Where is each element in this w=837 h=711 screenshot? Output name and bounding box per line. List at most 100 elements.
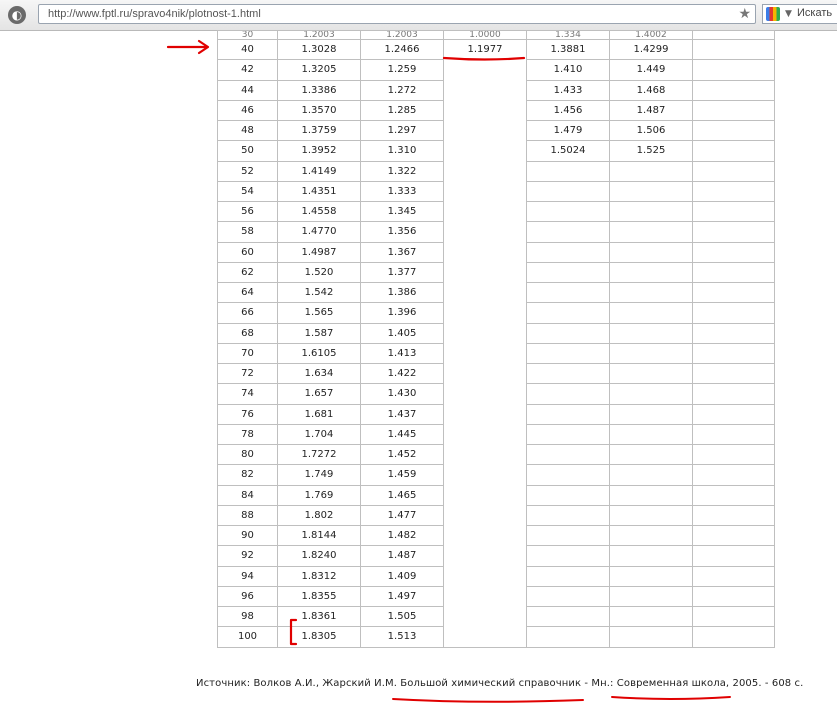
- browser-toolbar: ◐ http://www.fptl.ru/spravo4nik/plotnost…: [0, 0, 837, 31]
- table-cell: [609, 221, 693, 243]
- table-cell: 1.542: [277, 281, 361, 304]
- table-cell: [609, 585, 693, 608]
- table-cell: [609, 403, 693, 425]
- table-row: 62 1.520 1.377: [217, 261, 775, 284]
- table-row: 46 1.3570 1.285 1.456 1.487: [217, 99, 775, 122]
- table-cell: 90: [217, 524, 278, 547]
- table-cell: [692, 281, 775, 304]
- table-cell: 1.520: [277, 261, 361, 284]
- table-cell: [692, 302, 775, 324]
- table-cell: 1.1977: [443, 38, 527, 60]
- table-row: 64 1.542 1.386: [217, 281, 775, 304]
- table-cell: 1.4002: [609, 30, 693, 40]
- density-table: 30 1.2003 1.2003 1.0000 1.334 1.4002 40 1.3028 1…: [217, 30, 775, 648]
- table-cell: [692, 99, 775, 122]
- table-cell: [609, 423, 693, 446]
- table-cell: 1.4558: [277, 200, 361, 223]
- table-cell: [526, 504, 610, 527]
- table-cell: 56: [217, 200, 278, 223]
- table-cell: 1.4987: [277, 241, 361, 263]
- chevron-down-icon[interactable]: ▼: [785, 6, 792, 22]
- table-cell: [609, 464, 693, 486]
- table-cell: 1.7272: [277, 443, 361, 466]
- table-cell: [692, 59, 775, 81]
- table-cell: 1.5024: [526, 140, 610, 162]
- table-cell: [692, 221, 775, 243]
- table-cell: [443, 606, 527, 627]
- url-text[interactable]: http://www.fptl.ru/spravo4nik/plotnost-1…: [48, 8, 261, 20]
- table-cell: [443, 140, 527, 161]
- table-cell: [443, 566, 527, 587]
- table-cell: 1.477: [360, 504, 444, 527]
- table-cell: [526, 626, 610, 648]
- google-search-icon[interactable]: [766, 7, 780, 21]
- table-cell: [443, 545, 527, 566]
- table-cell: 1.506: [609, 119, 693, 142]
- table-row: 92 1.8240 1.487: [217, 545, 775, 567]
- table-cell: 72: [217, 362, 278, 385]
- table-cell: 1.449: [609, 59, 693, 81]
- table-cell: 1.272: [360, 79, 444, 101]
- table-cell: [443, 363, 527, 384]
- table-row: 78 1.704 1.445: [217, 423, 775, 446]
- table-cell: 1.681: [277, 403, 361, 425]
- table-cell: [443, 444, 527, 465]
- table-cell: [692, 160, 775, 182]
- table-cell: 1.405: [360, 322, 444, 344]
- table-cell: 1.769: [277, 484, 361, 506]
- table-cell: 1.334: [526, 30, 610, 40]
- table-cell: [526, 464, 610, 486]
- table-cell: [443, 242, 527, 263]
- table-row: 50 1.3952 1.310 1.5024 1.525: [217, 140, 775, 162]
- table-cell: 1.8240: [277, 545, 361, 567]
- table-cell: 48: [217, 119, 278, 142]
- table-cell: 1.8361: [277, 605, 361, 628]
- table-cell: [526, 524, 610, 547]
- table-row: 80 1.7272 1.452: [217, 443, 775, 466]
- table-cell: [609, 180, 693, 203]
- table-cell: 1.445: [360, 423, 444, 446]
- table-cell: [526, 403, 610, 425]
- table-cell: 1.2003: [360, 30, 444, 40]
- table-cell: [526, 281, 610, 304]
- table-cell: [443, 100, 527, 121]
- table-cell: 1.377: [360, 261, 444, 284]
- table-row: 72 1.634 1.422: [217, 362, 775, 385]
- table-cell: [692, 38, 775, 61]
- table-cell: [526, 241, 610, 263]
- globe-icon[interactable]: ◐: [8, 6, 26, 24]
- table-cell: 1.4770: [277, 221, 361, 243]
- table-row: 40 1.3028 1.2466 1.1977 1.3881 1.4299: [217, 38, 775, 61]
- table-cell: 1.2003: [277, 30, 361, 40]
- search-placeholder[interactable]: Искать: [797, 7, 832, 19]
- table-cell: 70: [217, 342, 278, 365]
- table-row: 54 1.4351 1.333: [217, 180, 775, 203]
- table-cell: [443, 181, 527, 202]
- table-cell: 58: [217, 221, 278, 243]
- table-cell: 88: [217, 504, 278, 527]
- search-box[interactable]: ▼ Искать: [762, 4, 837, 24]
- table-row: 82 1.749 1.459: [217, 464, 775, 486]
- address-bar[interactable]: http://www.fptl.ru/spravo4nik/plotnost-1…: [38, 4, 756, 24]
- table-cell: 1.409: [360, 565, 444, 587]
- table-cell: 1.4299: [609, 38, 693, 61]
- table-cell: [609, 565, 693, 587]
- table-cell: 1.3952: [277, 140, 361, 162]
- table-cell: [692, 241, 775, 263]
- table-cell: 1.386: [360, 281, 444, 304]
- table-row: 94 1.8312 1.409: [217, 565, 775, 587]
- bookmark-star-icon[interactable]: ★: [738, 5, 751, 23]
- table-cell: 80: [217, 443, 278, 466]
- table-row: 88 1.802 1.477: [217, 504, 775, 527]
- table-cell: 1.513: [360, 626, 444, 648]
- table-cell: [609, 545, 693, 567]
- table-cell: 1.8312: [277, 565, 361, 587]
- table-cell: [609, 383, 693, 405]
- table-cell: [443, 221, 527, 242]
- table-cell: [609, 504, 693, 527]
- table-cell: 62: [217, 261, 278, 284]
- table-cell: [692, 504, 775, 527]
- table-cell: 1.587: [277, 322, 361, 344]
- table-cell: [692, 403, 775, 425]
- table-row: 68 1.587 1.405: [217, 322, 775, 344]
